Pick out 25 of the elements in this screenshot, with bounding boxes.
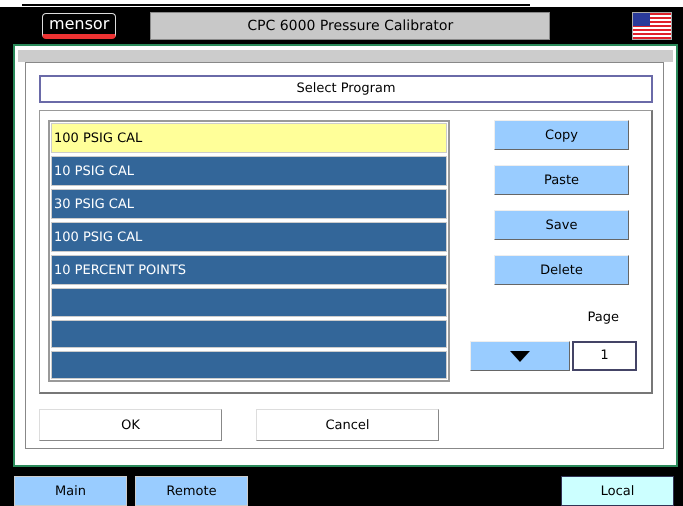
program-row[interactable]: [51, 350, 447, 380]
logo: mensor: [42, 12, 116, 39]
action-button[interactable]: Paste: [494, 165, 629, 196]
page-down-button[interactable]: [470, 341, 570, 372]
caret-icon: [510, 350, 530, 362]
action-button[interactable]: Copy: [494, 120, 629, 150]
program-row[interactable]: 100 PSIG CAL: [51, 222, 447, 252]
program-row[interactable]: 10 PERCENT POINTS: [51, 255, 447, 286]
window-title: CPC 6000 Pressure Calibrator: [150, 12, 550, 40]
program-row[interactable]: 100 PSIG CAL: [51, 123, 447, 154]
mode-tab[interactable]: Main: [14, 476, 127, 506]
program-row[interactable]: 30 PSIG CAL: [51, 189, 447, 220]
action-button[interactable]: Save: [494, 210, 629, 240]
program-row[interactable]: 10 PSIG CAL: [51, 156, 447, 186]
program-row[interactable]: [51, 288, 447, 317]
flag-icon[interactable]: [632, 12, 672, 40]
mode-tab[interactable]: Remote: [135, 476, 248, 506]
page-field[interactable]: 1: [572, 341, 637, 372]
dialog-button[interactable]: OK: [39, 409, 222, 442]
program-row[interactable]: [51, 320, 447, 348]
page-label: Page: [586, 309, 620, 328]
dialog-button[interactable]: Cancel: [256, 409, 439, 442]
action-button[interactable]: Delete: [494, 255, 629, 286]
mode-tab[interactable]: Local: [561, 476, 674, 506]
dialog-title: Select Program: [39, 75, 653, 104]
